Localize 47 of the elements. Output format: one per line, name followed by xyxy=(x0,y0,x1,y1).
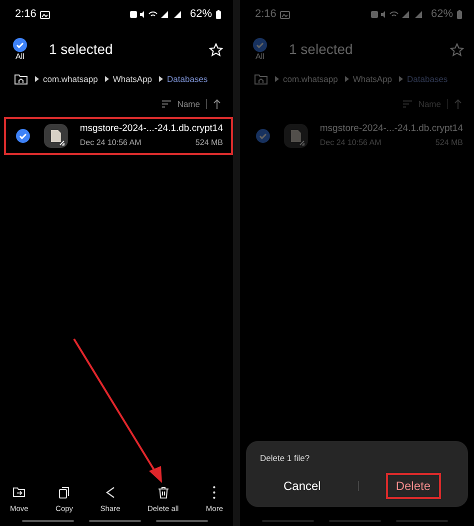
delete-button[interactable]: Delete xyxy=(386,473,440,499)
battery-percent: 62% xyxy=(190,7,212,22)
status-time: 2:16 xyxy=(255,7,276,22)
sort-icon[interactable] xyxy=(162,100,172,108)
checkbox[interactable] xyxy=(253,38,267,52)
breadcrumb-arrow-icon xyxy=(159,76,164,82)
gallery-icon xyxy=(40,10,50,18)
gallery-icon xyxy=(280,10,290,18)
breadcrumb-arrow-icon xyxy=(104,76,109,82)
breadcrumb-arrow-icon xyxy=(35,76,39,82)
selection-title: 1 selected xyxy=(49,40,114,59)
checkbox[interactable] xyxy=(256,128,270,142)
file-icon xyxy=(44,124,68,148)
home-folder-icon[interactable] xyxy=(14,73,28,86)
file-size: 524 MB xyxy=(195,136,223,149)
breadcrumb-arrow-icon xyxy=(275,76,279,82)
all-label: All xyxy=(16,53,24,61)
file-name: msgstore-2024-...-24.1.db.crypt14 xyxy=(320,122,463,136)
breadcrumb-link[interactable]: com.whatsapp xyxy=(43,73,98,86)
sort-label[interactable]: Name xyxy=(177,98,200,110)
selection-title: 1 selected xyxy=(289,40,354,59)
battery-icon xyxy=(216,10,221,19)
star-icon[interactable] xyxy=(450,42,464,56)
file-row[interactable]: msgstore-2024-...-24.1.db.crypt14 Dec 24 10:56 AM 524 MB xyxy=(4,116,233,154)
file-icon xyxy=(284,124,308,148)
copy-icon xyxy=(56,484,72,500)
more-icon xyxy=(212,484,216,500)
checkbox[interactable] xyxy=(13,38,27,52)
file-date: Dec 24 10:56 AM xyxy=(80,136,142,149)
file-size: 524 MB xyxy=(435,136,463,149)
breadcrumb-link[interactable]: WhatsApp xyxy=(112,73,152,86)
checkbox[interactable] xyxy=(16,128,30,142)
sort-direction-icon[interactable] xyxy=(213,99,221,110)
dialog-message: Delete 1 file? xyxy=(260,452,311,465)
status-time: 2:16 xyxy=(15,7,36,22)
trash-icon xyxy=(156,484,171,500)
file-date: Dec 24 10:56 AM xyxy=(320,136,382,149)
all-label: All xyxy=(256,53,264,61)
cancel-button[interactable]: Cancel xyxy=(273,473,331,499)
file-name: msgstore-2024-...-24.1.db.crypt14 xyxy=(80,122,223,136)
battery-icon xyxy=(457,10,462,19)
folder-arrow-icon xyxy=(12,484,27,500)
breadcrumb-arrow-icon xyxy=(344,76,349,82)
breadcrumb-arrow-icon xyxy=(399,76,404,82)
star-icon[interactable] xyxy=(209,42,223,56)
breadcrumb-link[interactable]: Databases xyxy=(167,73,208,86)
battery-percent: 62% xyxy=(430,7,453,22)
